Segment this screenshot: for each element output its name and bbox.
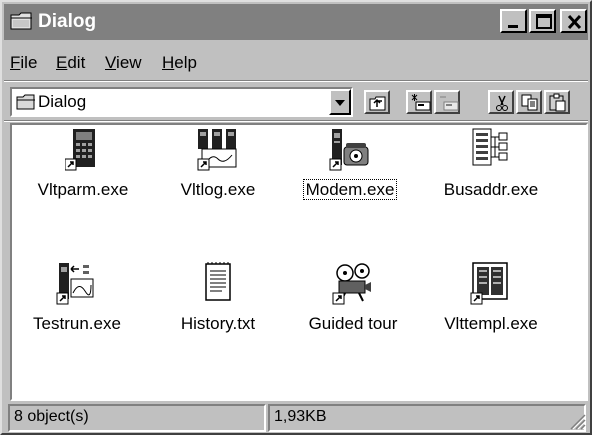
up-one-level-icon [369, 96, 386, 111]
map-drive-icon [411, 94, 431, 111]
cut-icon [496, 95, 508, 111]
menu-view[interactable]: View [105, 52, 142, 74]
copy-button[interactable] [516, 90, 542, 114]
title-bar[interactable]: Dialog [4, 4, 588, 40]
minimize-icon [508, 25, 518, 28]
file-item-vltparm[interactable]: Vltparm.exe [18, 127, 148, 217]
template-icon [470, 262, 508, 305]
file-item-vltlog[interactable]: Vltlog.exe [153, 127, 283, 217]
maximize-button[interactable] [529, 9, 556, 33]
minimize-button[interactable] [500, 9, 527, 33]
address-value: Dialog [38, 92, 87, 111]
map-drive-button[interactable] [406, 90, 432, 114]
file-name: Vlttempl.exe [444, 314, 538, 333]
file-item-testrun[interactable]: Testrun.exe [12, 261, 142, 351]
address-dropdown-button[interactable] [329, 89, 351, 115]
close-button[interactable] [560, 9, 587, 33]
file-name: Modem.exe [302, 179, 398, 200]
disconnect-drive-button[interactable] [434, 90, 460, 114]
cut-button[interactable] [488, 90, 514, 114]
file-item-guided-tour[interactable]: Guided tour [288, 261, 418, 351]
file-name: Vltparm.exe [37, 180, 129, 199]
window-title: Dialog [38, 11, 97, 32]
modem-icon [329, 129, 369, 171]
paste-button[interactable] [544, 90, 570, 114]
up-one-level-button[interactable] [364, 90, 390, 114]
device-icon [65, 129, 95, 171]
chevron-down-icon [335, 100, 345, 106]
log-chart-icon [197, 129, 237, 171]
file-item-modem[interactable]: Modem.exe [285, 127, 415, 217]
menu-file[interactable]: File [10, 52, 37, 74]
copy-icon [521, 94, 538, 111]
bus-address-icon [472, 128, 508, 166]
file-name: Vltlog.exe [180, 180, 256, 199]
folder-icon [10, 12, 32, 30]
text-document-icon [205, 262, 231, 301]
toolbar-separator [4, 120, 588, 122]
projector-icon [332, 263, 371, 305]
status-total-size: 1,93KB [268, 404, 586, 432]
maximize-icon [536, 14, 552, 29]
status-object-count: 8 object(s) [8, 404, 266, 432]
file-item-busaddr[interactable]: Busaddr.exe [426, 127, 556, 217]
file-item-history[interactable]: History.txt [153, 261, 283, 351]
menu-help[interactable]: Help [162, 52, 197, 74]
paste-icon [549, 93, 566, 112]
explorer-window: Dialog File Edit View Help Dialog Vltpar… [0, 0, 592, 435]
file-name: History.txt [180, 314, 256, 333]
file-list-pane[interactable]: Vltparm.exe Vltlog.exe Modem.exe Busaddr… [10, 123, 588, 401]
test-run-icon [56, 263, 94, 305]
menu-separator [4, 80, 588, 82]
disconnect-drive-icon [440, 96, 459, 111]
file-name: Busaddr.exe [443, 180, 539, 199]
resize-grip-icon[interactable] [566, 410, 586, 430]
menu-bar: File Edit View Help [4, 48, 588, 78]
file-name: Guided tour [308, 314, 398, 333]
folder-icon [16, 94, 35, 110]
file-item-vlttempl[interactable]: Vlttempl.exe [426, 261, 556, 351]
file-name: Testrun.exe [33, 314, 121, 333]
status-bar: 8 object(s) 1,93KB [4, 404, 588, 432]
address-combobox[interactable]: Dialog [10, 87, 353, 117]
menu-edit[interactable]: Edit [56, 52, 85, 74]
close-icon [567, 14, 582, 30]
